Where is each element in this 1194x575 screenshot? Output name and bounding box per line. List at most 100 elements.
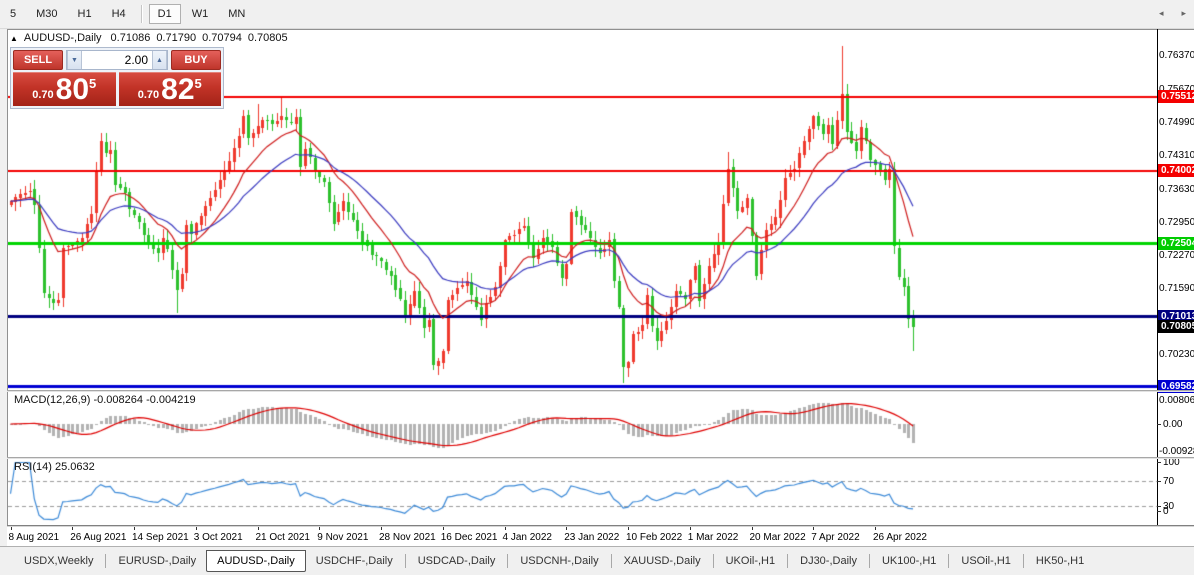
- price-macd-separator[interactable]: [7, 390, 1194, 392]
- macd-label: MACD(12,26,9) -0.008264 -0.004219: [14, 394, 196, 406]
- rsi-tick-label: 70: [1163, 475, 1175, 487]
- date-tick-mark: [442, 527, 444, 530]
- date-label: 28 Nov 2021: [379, 532, 436, 543]
- price-badge: 0.75512: [1158, 90, 1194, 104]
- toolbar-separator: [140, 5, 143, 23]
- volume-decrease-button[interactable]: ▼: [67, 51, 82, 69]
- date-label: 21 Oct 2021: [255, 532, 310, 543]
- date-label: 10 Feb 2022: [626, 532, 683, 543]
- date-label: 14 Sep 2021: [132, 532, 189, 543]
- tab-usdx-weekly[interactable]: USDX,Weekly: [14, 550, 103, 572]
- tab-xauusd-daily[interactable]: XAUUSD-,Daily: [614, 550, 711, 572]
- price-tick-label: 0.74310: [1159, 150, 1194, 162]
- timeframe-button-m30[interactable]: M30: [27, 4, 66, 24]
- date-label: 3 Oct 2021: [193, 532, 243, 543]
- symbol-tab-bar: USDX,Weekly EURUSD-,Daily AUDUSD-,Daily USD…: [0, 546, 1194, 575]
- tab-uk100-h1[interactable]: UK100-,H1: [872, 550, 946, 572]
- buy-price-box[interactable]: 0.70 82 5: [118, 72, 221, 106]
- timeframe-button-mn[interactable]: MN: [219, 4, 254, 24]
- price-tick: 0.76370: [1157, 49, 1194, 61]
- price-badge: 0.70805: [1158, 319, 1194, 333]
- macd-tick-label: 0.00: [1163, 418, 1183, 430]
- date-tick-mark: [10, 527, 12, 530]
- price-tick-label: 0.73630: [1159, 183, 1194, 195]
- price-tick: 0.74990: [1157, 117, 1194, 129]
- tab-separator: [712, 554, 714, 568]
- rsi-tick-dash: [1157, 510, 1161, 512]
- volume-increase-button[interactable]: ▲: [152, 51, 167, 69]
- sell-button[interactable]: SELL: [13, 50, 63, 70]
- sell-price-prefix: 0.70: [32, 89, 54, 101]
- date-axis[interactable]: 8 Aug 2021 26 Aug 2021 14 Sep 2021 3 Oct 20…: [7, 527, 1194, 546]
- tab-usdchf-daily[interactable]: USDCHF-,Daily: [306, 550, 403, 572]
- macd-tick-label: -0.009286: [1159, 446, 1194, 458]
- tab-usdcnh-daily[interactable]: USDCNH-,Daily: [510, 550, 608, 572]
- sell-price-box[interactable]: 0.70 80 5: [13, 72, 116, 106]
- price-tick: 0.74310: [1157, 150, 1194, 162]
- date-label: 23 Jan 2022: [564, 532, 620, 543]
- price-tick-label: 0.76370: [1159, 49, 1194, 61]
- date-tick-mark: [381, 527, 382, 530]
- sell-price-pipette: 5: [89, 76, 97, 91]
- volume-spinner: ▼ 2.00 ▲: [66, 50, 168, 70]
- tab-ukoil-h1[interactable]: UKOil-,H1: [716, 550, 786, 572]
- date-label: 8 Aug 2021: [8, 532, 60, 543]
- tab-scroll-left-icon[interactable]: ◂: [1159, 8, 1164, 19]
- timeframe-button-d1[interactable]: D1: [148, 4, 181, 24]
- rsi-label: RSI(14) 25.0632: [14, 461, 95, 473]
- date-tick-mark: [504, 527, 506, 530]
- macd-tick-dash: [1157, 423, 1161, 425]
- date-label: 9 Nov 2021: [317, 532, 369, 543]
- date-label: 26 Aug 2021: [70, 532, 127, 543]
- price-tick-label: 0.72270: [1159, 249, 1194, 261]
- tab-eurusd-daily[interactable]: EURUSD-,Daily: [108, 550, 206, 572]
- date-label: 16 Dec 2021: [440, 532, 498, 543]
- date-tick-mark: [319, 527, 321, 530]
- rsi-tick-dash: [1157, 462, 1161, 463]
- timeframe-button-h1[interactable]: H1: [69, 4, 101, 24]
- volume-input[interactable]: 2.00: [82, 51, 152, 69]
- rsi-panel-canvas[interactable]: [8, 459, 1157, 525]
- price-tick: 0.72950: [1157, 216, 1194, 228]
- date-tick-mark: [875, 527, 876, 530]
- date-tick-mark: [813, 527, 815, 530]
- timeframe-button-h4[interactable]: H4: [103, 4, 135, 24]
- tab-separator: [787, 554, 789, 568]
- date-tick-mark: [751, 527, 753, 530]
- collapse-icon[interactable]: ▲: [10, 34, 18, 43]
- ohlc-high: 0.71790: [156, 32, 197, 44]
- timeframe-button-w1[interactable]: W1: [183, 4, 218, 24]
- tab-audusd-daily[interactable]: AUDUSD-,Daily: [206, 550, 306, 572]
- tab-separator: [507, 554, 509, 568]
- tab-usdcad-daily[interactable]: USDCAD-,Daily: [408, 550, 506, 572]
- date-tick-mark: [195, 527, 197, 530]
- date-tick-mark: [134, 527, 135, 530]
- one-click-trading-widget: SELL ▼ 2.00 ▲ BUY 0.70 80 5 0.70 82 5: [10, 47, 224, 109]
- rsi-tick-label: 0: [1163, 505, 1169, 517]
- buy-price-main: 82: [161, 73, 195, 106]
- tab-separator: [105, 554, 107, 568]
- tab-scroll-controls: ◂ ▸: [1159, 8, 1186, 19]
- date-label: 20 Mar 2022: [749, 532, 806, 543]
- date-label: 1 Mar 2022: [687, 532, 739, 543]
- tab-scroll-right-icon[interactable]: ▸: [1181, 8, 1186, 19]
- tab-separator: [868, 554, 870, 568]
- price-tick-label: 0.72950: [1159, 216, 1194, 228]
- tab-separator: [610, 554, 612, 568]
- price-badge: 0.74002: [1158, 163, 1194, 177]
- ohlc-close: 0.70805: [247, 32, 288, 44]
- tab-dj30-daily[interactable]: DJ30-,Daily: [790, 550, 867, 572]
- price-tick: 0.70230: [1157, 349, 1194, 361]
- macd-rsi-separator[interactable]: [7, 457, 1194, 459]
- rsi-axis-tick: 70: [1157, 475, 1194, 487]
- tab-hk50-h1[interactable]: HK50-,H1: [1026, 550, 1094, 572]
- tab-usoil-h1[interactable]: USOil-,H1: [951, 550, 1021, 572]
- timeframe-button-5[interactable]: 5: [1, 4, 25, 24]
- chart-title: ▲ AUDUSD-,Daily 0.71086 0.71790 0.70794 …: [10, 32, 294, 44]
- price-tick: 0.73630: [1157, 183, 1194, 195]
- sell-price-main: 80: [55, 73, 90, 106]
- price-tick-label: 0.71590: [1159, 283, 1194, 295]
- tab-separator: [1022, 554, 1024, 568]
- buy-button[interactable]: BUY: [171, 50, 221, 70]
- date-tick-mark: [72, 527, 74, 530]
